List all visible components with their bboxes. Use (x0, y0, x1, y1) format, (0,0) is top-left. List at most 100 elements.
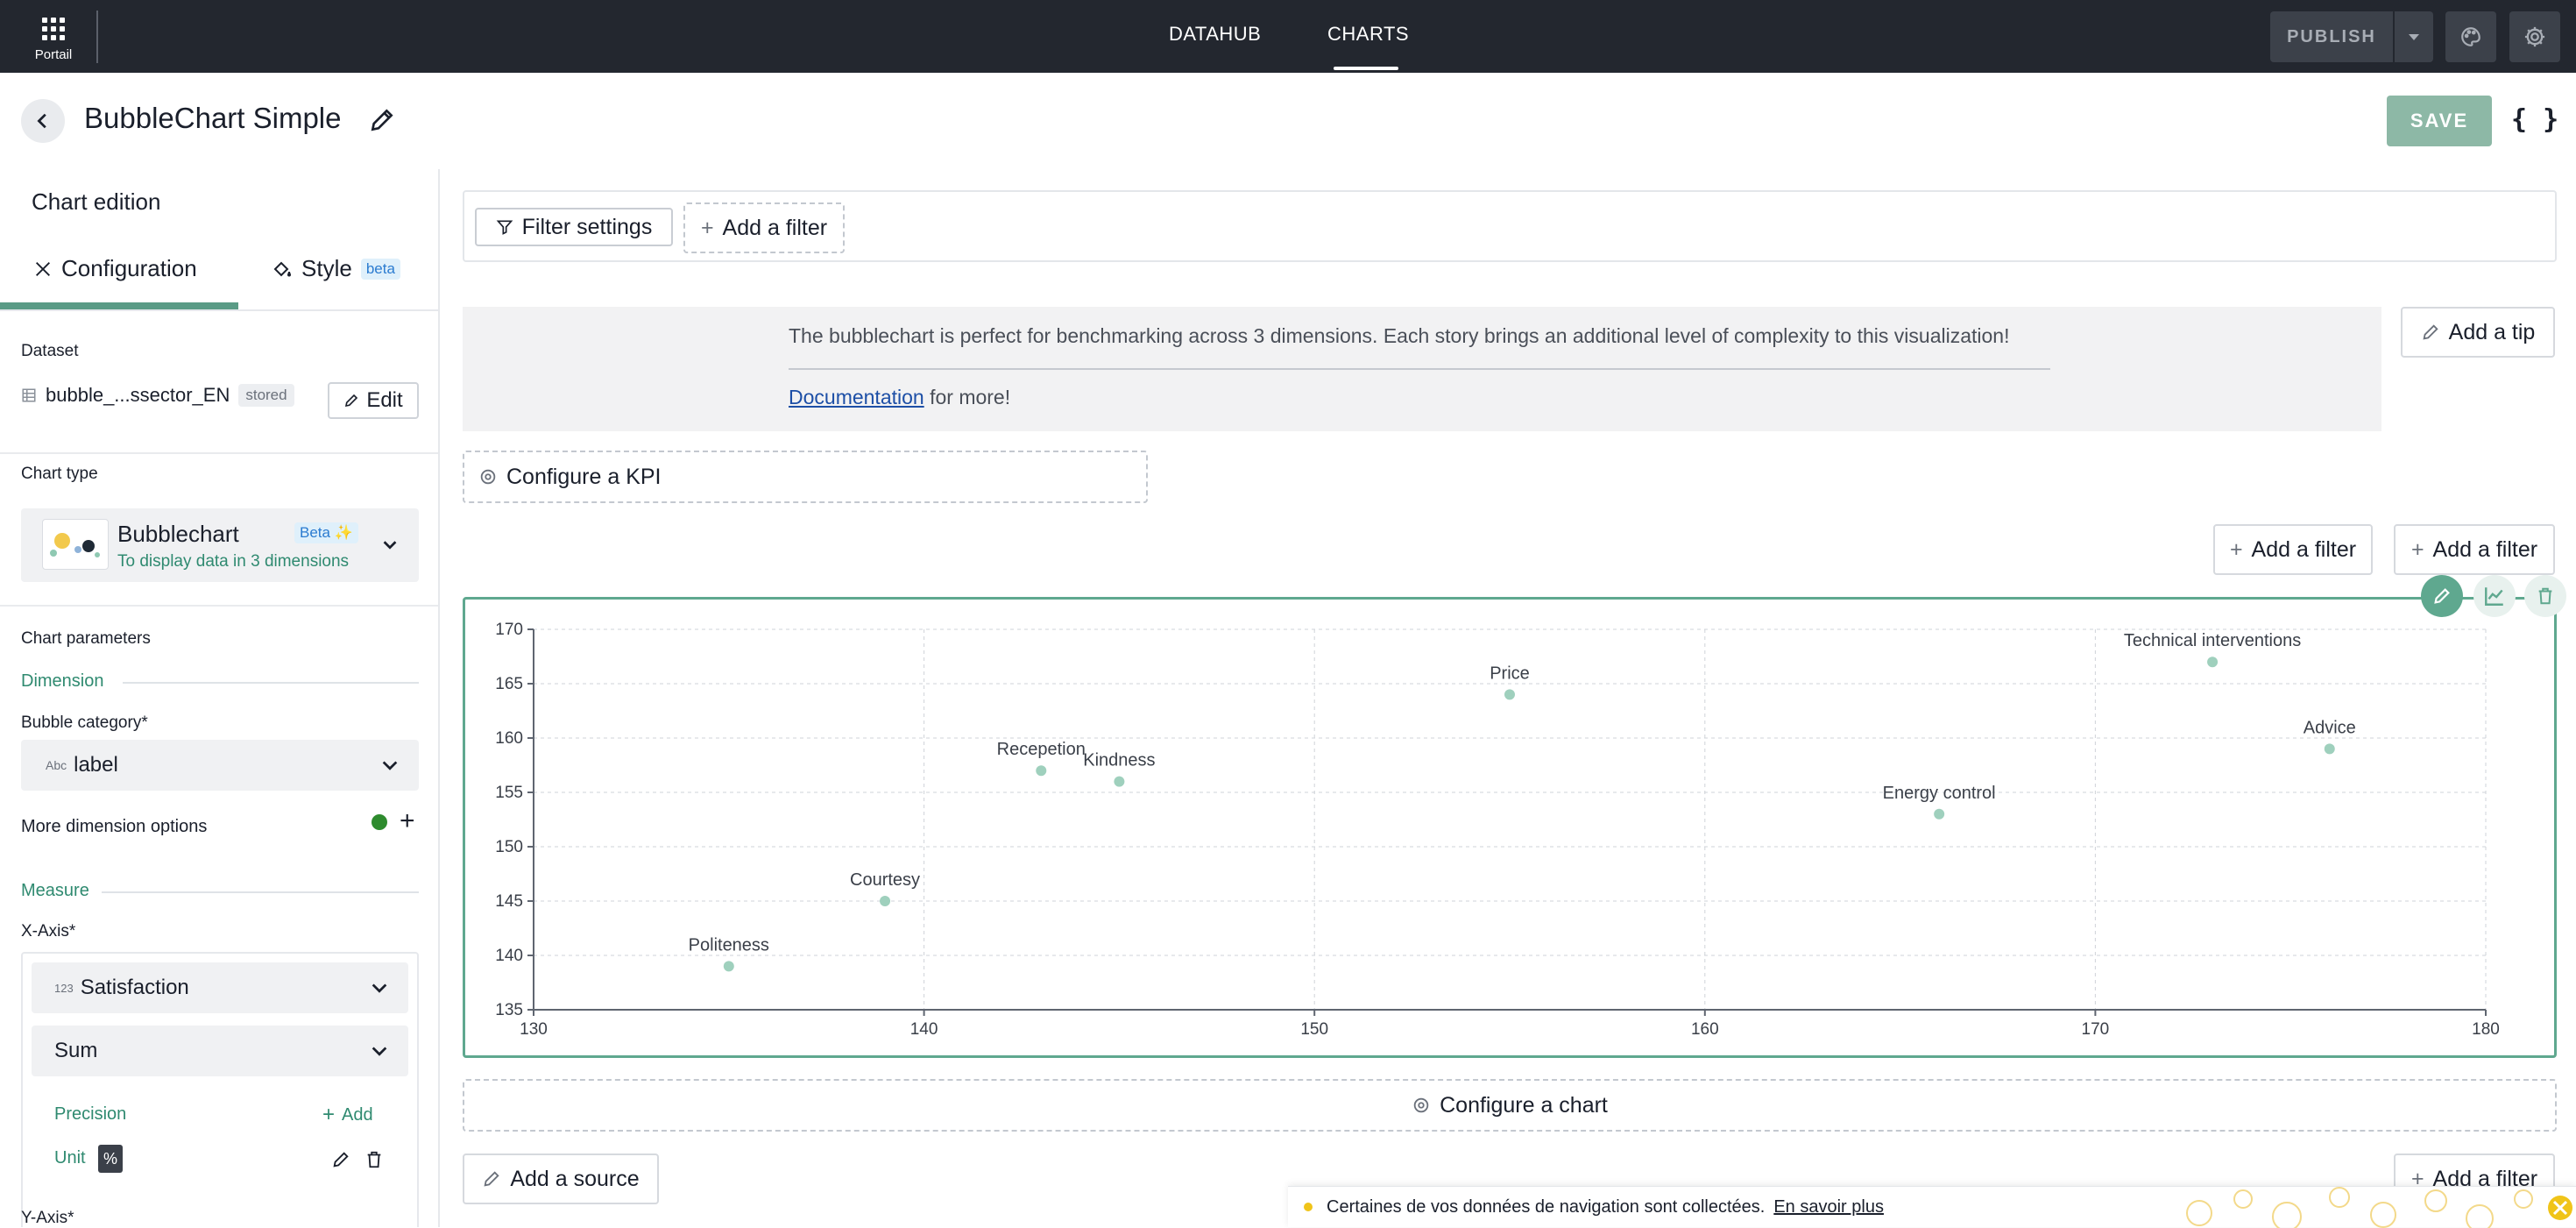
dataset-label: Dataset (21, 342, 79, 360)
cookie-learn-more-link[interactable]: En savoir plus (1773, 1197, 1884, 1217)
delete-chart-button[interactable] (2524, 575, 2566, 617)
page-title: BubbleChart Simple (84, 102, 342, 134)
y-axis-label: Y-Axis* (21, 1209, 74, 1227)
precision-label: Precision (54, 1104, 127, 1124)
bubble-category-label: Bubble category* (21, 713, 148, 732)
bubble-chart: 130 140 150 160 170 180 135 140 145 150 155 160 165 1… (495, 621, 2500, 1039)
tab-style-label: Style (301, 255, 352, 281)
chevron-down-icon (372, 1047, 387, 1056)
add-filter-button[interactable]: + Add a filter (683, 202, 845, 253)
paint-bucket-icon (273, 261, 292, 276)
bubble-chart-frame[interactable]: 130 140 150 160 170 180 135 140 145 150 155 160 165 1… (463, 575, 2566, 1058)
chart-type-label: Chart type (21, 465, 98, 483)
add-source-button[interactable]: Add a source (463, 1153, 659, 1204)
nav-tab-datahub[interactable]: DATAHUB (1169, 23, 1261, 46)
chart-type-button[interactable] (2473, 575, 2516, 617)
add-precision-label: Add (342, 1104, 373, 1125)
publish-options-button[interactable] (2395, 11, 2433, 62)
y-tick-label: 165 (495, 675, 523, 693)
bubble-category-select[interactable]: Abc label (21, 740, 419, 791)
apps-grid-icon (42, 18, 65, 40)
tip-box: The bubblechart is perfect for benchmark… (463, 307, 2381, 431)
pencil-icon (484, 1171, 499, 1187)
chart-type-select[interactable]: Bubblechart Beta ✨ To display data in 3 … (21, 508, 419, 582)
plus-icon: + (322, 1103, 336, 1126)
add-filter-label: Add a filter (722, 215, 828, 240)
publish-button[interactable]: PUBLISH (2270, 11, 2393, 62)
line-chart-icon (2485, 587, 2503, 606)
x-axis-field-select[interactable]: 123 Satisfaction (32, 962, 408, 1013)
edit-chart-button[interactable] (2421, 575, 2463, 617)
y-tick-label: 155 (495, 784, 523, 802)
edit-title-icon[interactable] (368, 106, 396, 134)
decorative-pattern (2186, 1187, 2572, 1228)
documentation-link[interactable]: Documentation (789, 386, 924, 408)
chart-type-beta-badge: Beta ✨ (294, 522, 358, 543)
x-axis-aggregation-select[interactable]: Sum (32, 1026, 408, 1076)
filter-settings-button[interactable]: Filter settings (475, 208, 673, 246)
y-tick-label: 135 (495, 1001, 523, 1019)
chevron-down-icon (383, 541, 397, 550)
chart-type-description: To display data in 3 dimensions (117, 552, 350, 571)
bubble-label: Price (1490, 664, 1530, 683)
plus-icon: + (700, 215, 714, 240)
settings-button[interactable] (2509, 11, 2560, 62)
unit-value: % (98, 1145, 123, 1173)
section-rule (123, 682, 419, 684)
x-axis-label: X-Axis* (21, 922, 76, 941)
top-navigation-bar: Portail DATAHUB CHARTS PUBLISH (0, 0, 2576, 73)
edit-unit-icon[interactable] (331, 1150, 350, 1169)
back-button[interactable] (21, 99, 65, 143)
y-tick-label: 140 (495, 947, 523, 965)
add-filter-button-right[interactable]: + Add a filter (2394, 524, 2555, 575)
y-tick-label: 170 (495, 621, 523, 639)
theme-button[interactable] (2445, 11, 2496, 62)
bubble-point (723, 961, 734, 972)
portal-menu-button[interactable]: Portail (26, 14, 81, 62)
section-divider (0, 605, 438, 607)
bubble-point (1114, 776, 1125, 787)
nav-tab-charts[interactable]: CHARTS (1327, 23, 1409, 46)
bubble-label: Energy control (1883, 784, 1996, 803)
x-axis-aggregation-value: Sum (54, 1039, 98, 1062)
tab-style[interactable]: Style beta (272, 255, 400, 282)
edit-dataset-button[interactable]: Edit (328, 382, 419, 419)
filter-bar: Filter settings + Add a filter (463, 190, 2557, 262)
bubble-label: Politeness (689, 935, 769, 955)
tab-configuration-label: Configuration (61, 255, 197, 281)
pencil-icon (2434, 588, 2450, 604)
json-editor-button[interactable]: { } (2511, 104, 2558, 135)
add-tip-button[interactable]: Add a tip (2401, 307, 2555, 358)
add-filter-button-left[interactable]: + Add a filter (2213, 524, 2373, 575)
configure-chart-button[interactable]: Configure a chart (463, 1079, 2557, 1132)
gear-icon (2524, 26, 2545, 47)
x-tick-label: 140 (910, 1020, 938, 1039)
edit-dataset-label: Edit (366, 388, 403, 412)
add-precision-button[interactable]: + Add (322, 1103, 373, 1127)
topbar-divider (96, 11, 98, 63)
more-dimension-options-label: More dimension options (21, 817, 208, 836)
add-dimension-option-button[interactable]: + (400, 806, 415, 836)
status-dot (372, 814, 387, 830)
add-filter-label: Add a filter (2251, 536, 2357, 562)
bubble-point (1934, 808, 1945, 820)
pencil-icon (2423, 324, 2438, 340)
add-tip-label: Add a tip (2448, 319, 2536, 344)
add-filter-label: Add a filter (2432, 536, 2538, 562)
bubblechart-thumbnail (42, 519, 109, 570)
tab-configuration[interactable]: Configuration (33, 255, 197, 282)
beta-badge: beta (360, 258, 400, 280)
cookie-banner: Certaines de vos données de navigation s… (1288, 1186, 2576, 1228)
bubble-category-value: label (74, 753, 118, 777)
bubble-label: Recepetion (997, 740, 1086, 759)
plus-icon: + (2229, 536, 2243, 562)
configure-kpi-button[interactable]: Configure a KPI (463, 451, 1148, 503)
save-button[interactable]: SAVE (2387, 96, 2492, 146)
delete-unit-icon[interactable] (364, 1150, 384, 1169)
bubble-label: Technical interventions (2124, 631, 2301, 650)
tip-divider (789, 368, 2050, 370)
bubble-point (2207, 657, 2219, 668)
measure-section-title: Measure (21, 881, 89, 900)
chart-parameters-label: Chart parameters (21, 629, 151, 648)
tools-icon (36, 261, 50, 276)
